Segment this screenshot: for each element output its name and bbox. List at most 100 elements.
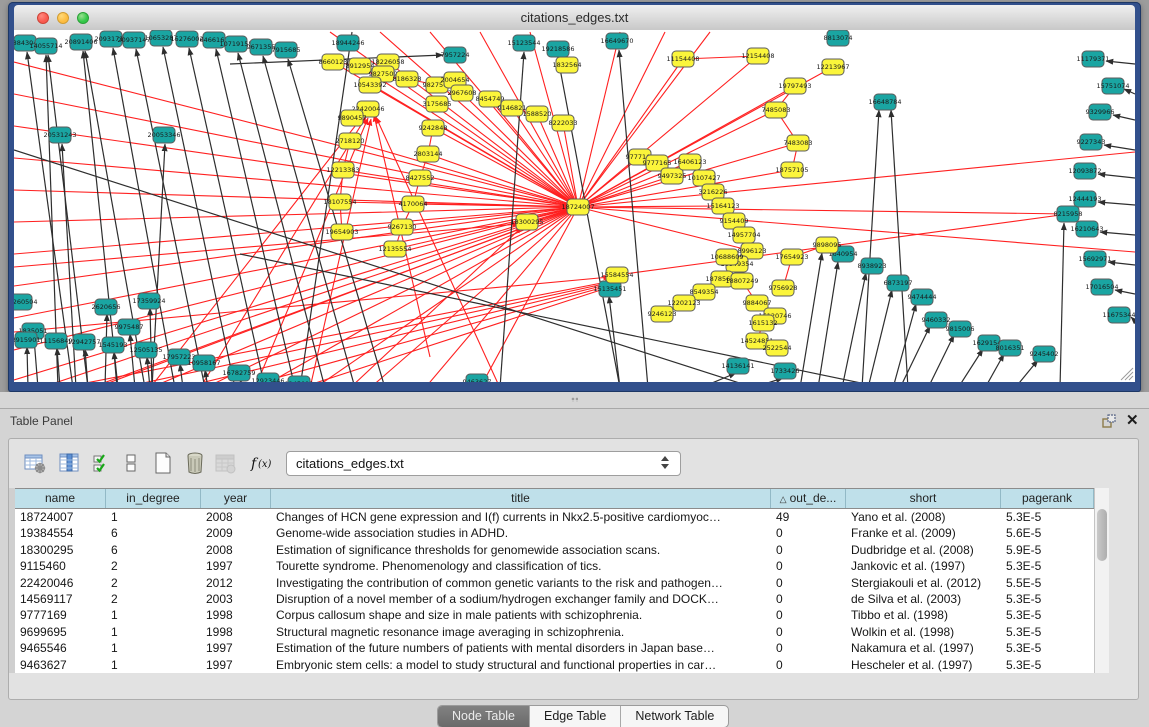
float-panel-icon[interactable] xyxy=(1101,413,1117,429)
graph-node[interactable]: 8427552 xyxy=(406,170,435,186)
graph-node[interactable]: 16648784 xyxy=(868,94,901,110)
table-row[interactable]: 911546021997Tourette syndrome. Phenomeno… xyxy=(15,558,1094,574)
column-header-short[interactable]: short xyxy=(846,489,1001,508)
graph-node[interactable]: 9329966 xyxy=(1086,104,1115,120)
column-header-out_de[interactable]: △out_de... xyxy=(771,489,846,508)
graph-node[interactable]: 9227343 xyxy=(1077,134,1106,150)
row-options-icon[interactable] xyxy=(119,451,145,477)
graph-node[interactable]: 3915901 xyxy=(14,332,40,348)
function-builder-icon[interactable]: f(x) xyxy=(249,451,275,477)
graph-node[interactable]: 1733426 xyxy=(771,363,800,379)
graph-node[interactable]: 16649670 xyxy=(600,33,633,49)
graph-node[interactable]: 12923446 xyxy=(251,373,284,382)
canvas-resize-grip[interactable] xyxy=(1121,368,1133,380)
graph-node[interactable]: 19218586 xyxy=(541,41,574,57)
graph-node[interactable]: 2718120 xyxy=(336,133,365,149)
graph-node[interactable]: 15123544 xyxy=(507,35,540,51)
column-header-name[interactable]: name xyxy=(15,489,106,508)
graph-node[interactable]: 8660123 xyxy=(319,54,348,70)
table-row[interactable]: 946362711997Embryonic stem cells: a mode… xyxy=(15,657,1094,673)
graph-node[interactable]: 9246123 xyxy=(648,306,677,322)
graph-node[interactable]: 9474444 xyxy=(908,289,937,305)
graph-node[interactable]: 1588520 xyxy=(523,106,552,122)
close-panel-icon[interactable]: ✕ xyxy=(1126,411,1139,429)
import-table-icon[interactable] xyxy=(213,451,239,477)
graph-node[interactable]: 6873197 xyxy=(884,275,913,291)
graph-node[interactable]: 16210643 xyxy=(1070,221,1103,237)
graph-node[interactable]: 17016504 xyxy=(1085,279,1118,295)
panel-splitter[interactable] xyxy=(0,392,1149,408)
graph-node[interactable]: 12505135 xyxy=(129,342,162,358)
graph-node[interactable]: 2967608 xyxy=(448,85,477,101)
graph-node[interactable]: 15692971 xyxy=(1078,251,1111,267)
graph-node[interactable]: 12213967 xyxy=(816,59,849,75)
table-row[interactable]: 1938455462009Genome-wide association stu… xyxy=(15,525,1094,541)
graph-node[interactable]: 7483083 xyxy=(784,135,813,151)
graph-node[interactable]: 20891406 xyxy=(64,34,97,50)
network-canvas[interactable]: 1884304614055714208914062093171420937147… xyxy=(14,30,1135,382)
graph-node[interactable]: 8938923 xyxy=(858,258,887,274)
graph-node[interactable]: 12154408 xyxy=(741,48,774,64)
graph-node[interactable]: 2522544 xyxy=(763,340,792,356)
tab-network-table[interactable]: Network Table xyxy=(621,706,728,727)
table-row[interactable]: 1872400712008Changes of HCN gene express… xyxy=(15,509,1094,525)
graph-node[interactable]: 9245402 xyxy=(1030,346,1059,362)
graph-node[interactable]: 11154408 xyxy=(666,51,699,67)
tab-edge-table[interactable]: Edge Table xyxy=(530,706,621,727)
graph-node[interactable]: 2620656 xyxy=(92,299,121,315)
select-columns-icon[interactable] xyxy=(91,451,117,477)
table-row[interactable]: 2242004622012Investigating the contribut… xyxy=(15,575,1094,591)
graph-node[interactable]: 8222033 xyxy=(549,115,578,131)
graph-node[interactable]: 4170064 xyxy=(399,196,428,212)
table-row[interactable]: 969969511998Structural magnetic resonanc… xyxy=(15,624,1094,640)
table-selector-dropdown[interactable]: citations_edges.txt xyxy=(286,451,681,476)
graph-node[interactable]: 12444193 xyxy=(1068,191,1101,207)
graph-node[interactable]: 9267130 xyxy=(388,219,417,235)
scrollbar-thumb[interactable] xyxy=(1097,509,1107,561)
graph-node[interactable]: 18757105 xyxy=(775,162,808,178)
graph-node[interactable]: 9756928 xyxy=(769,280,798,296)
graph-node[interactable]: 8215958 xyxy=(1054,206,1083,222)
graph-node[interactable]: 3175685 xyxy=(423,96,452,112)
graph-node[interactable]: 1615132 xyxy=(749,315,778,331)
column-header-title[interactable]: title xyxy=(271,489,771,508)
graph-node[interactable]: 19797493 xyxy=(778,78,811,94)
graph-node[interactable]: 9463627 xyxy=(463,374,492,382)
graph-node[interactable]: 2803144 xyxy=(414,146,443,162)
graph-node[interactable]: 7957224 xyxy=(441,47,470,63)
column-header-pagerank[interactable]: pagerank xyxy=(1001,489,1094,508)
table-row[interactable]: 946554611997Estimation of the future num… xyxy=(15,640,1094,656)
graph-node[interactable]: 9245012 xyxy=(285,376,314,382)
graph-node[interactable]: 9898095 xyxy=(813,237,842,253)
graph-node[interactable]: 8016351 xyxy=(996,340,1025,356)
table-settings-icon[interactable] xyxy=(23,451,49,477)
graph-node[interactable]: 7485083 xyxy=(762,102,791,118)
graph-node[interactable]: 1545193 xyxy=(99,337,128,353)
graph-node[interactable]: 9242848 xyxy=(419,120,448,136)
show-columns-icon[interactable] xyxy=(57,451,83,477)
graph-node[interactable]: 18944246 xyxy=(331,35,364,51)
table-row[interactable]: 1830029562008Estimation of significance … xyxy=(15,542,1094,558)
graph-node[interactable]: 9890457 xyxy=(338,110,367,126)
graph-node[interactable]: 8186328 xyxy=(393,71,422,87)
graph-node[interactable]: 1832564 xyxy=(553,57,582,73)
column-header-year[interactable]: year xyxy=(201,489,271,508)
graph-node[interactable]: 12093872 xyxy=(1068,163,1101,179)
splitter-grip[interactable] xyxy=(571,397,578,402)
graph-node[interactable]: 17654923 xyxy=(775,249,808,265)
new-table-icon[interactable] xyxy=(151,451,177,477)
graph-node[interactable]: 15751074 xyxy=(1096,78,1129,94)
tab-node-table[interactable]: Node Table xyxy=(438,706,530,727)
table-scrollbar[interactable] xyxy=(1094,488,1109,673)
graph-node[interactable]: 9815006 xyxy=(946,321,975,337)
graph-node[interactable]: 11675344 xyxy=(1102,307,1135,323)
graph-node[interactable]: 7915685 xyxy=(272,42,301,58)
graph-node[interactable]: 9975487 xyxy=(115,319,144,335)
table-row[interactable]: 977716911998Corpus callosum shape and si… xyxy=(15,607,1094,623)
graph-node[interactable]: 8813074 xyxy=(824,30,853,46)
delete-table-icon[interactable] xyxy=(183,451,209,477)
column-header-in_degree[interactable]: in_degree xyxy=(106,489,201,508)
table-row[interactable]: 1456911722003Disruption of a novel membe… xyxy=(15,591,1094,607)
window-titlebar[interactable]: citations_edges.txt xyxy=(14,5,1135,31)
graph-node[interactable]: 11179371 xyxy=(1076,51,1109,67)
